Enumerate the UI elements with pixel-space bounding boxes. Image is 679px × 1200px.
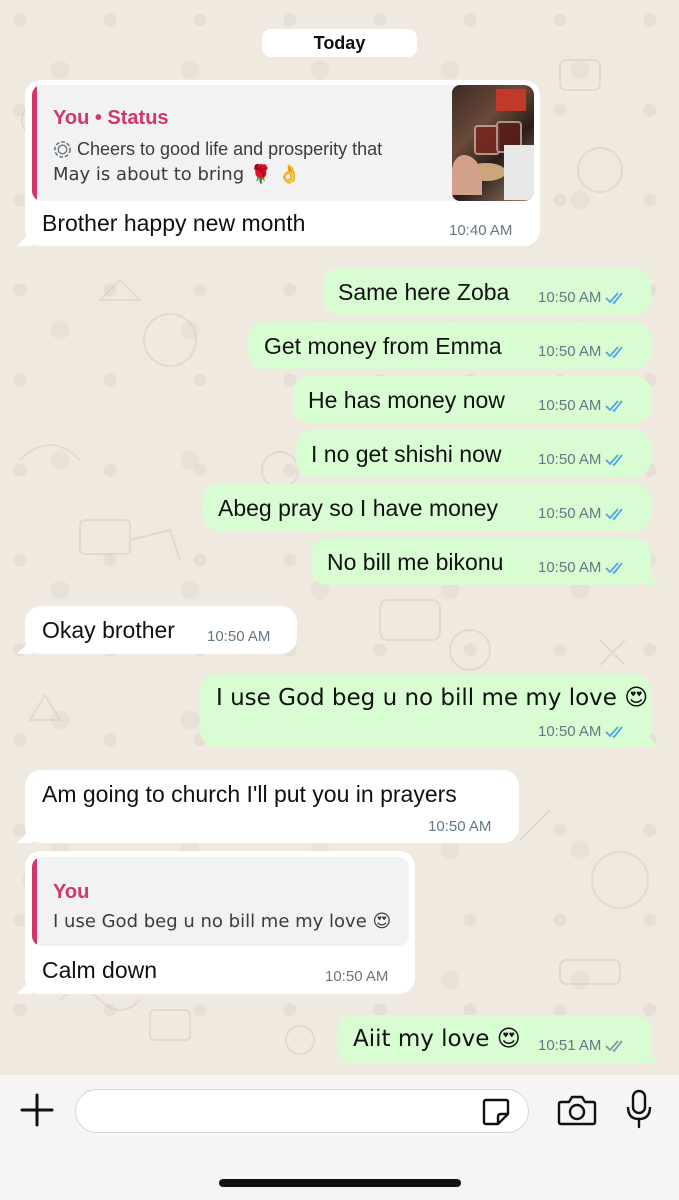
message-text: I use God beg u no bill me my love 😍 — [216, 685, 649, 711]
message-meta: 10:50 AM — [538, 289, 627, 306]
message-meta: 10:50 AM — [538, 343, 627, 360]
quoted-status[interactable]: You • Status Cheers to good life and pro… — [32, 85, 534, 201]
status-thumbnail[interactable] — [452, 85, 534, 201]
quote-text-line2: May is about to bring 🌹 👌 — [53, 164, 301, 185]
quote-author: You — [53, 881, 90, 903]
delivered-ticks-icon — [605, 1039, 624, 1052]
microphone-icon[interactable] — [626, 1089, 652, 1129]
message-bubble-outgoing[interactable]: No bill me bikonu 10:50 AM — [311, 538, 651, 585]
message-text: Abeg pray so I have money — [218, 495, 498, 521]
message-bubble-outgoing[interactable]: Abeg pray so I have money 10:50 AM — [202, 484, 651, 531]
message-bubble-outgoing[interactable]: Same here Zoba 10:50 AM — [323, 268, 651, 315]
plus-icon[interactable] — [20, 1093, 54, 1127]
message-meta: 10:50 AM — [538, 397, 627, 414]
quote-text-line1: Cheers to good life and prosperity that — [77, 139, 383, 159]
message-time: 10:50 AM — [207, 628, 271, 645]
read-ticks-icon — [605, 453, 624, 466]
chat-background: Today You • Status Cheers to good life a… — [0, 0, 679, 1075]
message-bubble-incoming[interactable]: Am going to church I'll put you in praye… — [25, 770, 519, 843]
message-meta: 10:50 AM — [538, 451, 627, 468]
read-ticks-icon — [605, 399, 624, 412]
message-bubble-outgoing[interactable]: He has money now 10:50 AM — [293, 376, 651, 423]
date-separator: Today — [262, 29, 417, 57]
message-text: Aiit my love 😍 — [353, 1026, 521, 1052]
message-bubble-outgoing[interactable]: Aiit my love 😍 10:51 AM — [337, 1015, 651, 1064]
message-meta: 10:51 AM — [538, 1037, 627, 1054]
message-text: Same here Zoba — [338, 279, 510, 305]
message-bubble-outgoing[interactable]: I no get shishi now 10:50 AM — [296, 430, 651, 477]
message-text: No bill me bikonu — [327, 549, 504, 575]
message-time: 10:50 AM — [428, 818, 492, 835]
message-meta: 10:50 AM — [538, 723, 627, 740]
message-bubble-outgoing[interactable]: I use God beg u no bill me my love 😍 10:… — [200, 674, 651, 747]
quote-author: You • Status — [53, 107, 169, 129]
message-time: 10:50 AM — [325, 968, 389, 985]
message-meta: 10:50 AM — [538, 559, 627, 576]
message-bubble-incoming[interactable]: You I use God beg u no bill me my love 😍… — [25, 851, 415, 994]
message-bubble-incoming[interactable]: Okay brother 10:50 AM — [25, 606, 297, 654]
camera-icon[interactable] — [557, 1093, 597, 1127]
quote-text: I use God beg u no bill me my love 😍 — [53, 911, 392, 932]
message-bubble-outgoing[interactable]: Get money from Emma 10:50 AM — [248, 322, 651, 369]
message-bubble-incoming[interactable]: You • Status Cheers to good life and pro… — [25, 80, 540, 246]
message-text: Get money from Emma — [264, 333, 502, 359]
message-text: Am going to church I'll put you in praye… — [42, 781, 457, 807]
message-time: 10:40 AM — [449, 222, 513, 239]
quote-accent-bar — [32, 857, 37, 946]
read-ticks-icon — [605, 561, 624, 574]
message-meta: 10:50 AM — [538, 505, 627, 522]
message-text: Calm down — [42, 957, 158, 983]
message-text: Okay brother — [42, 617, 175, 643]
read-ticks-icon — [605, 291, 624, 304]
message-input[interactable] — [75, 1089, 529, 1133]
read-ticks-icon — [605, 345, 624, 358]
sticker-icon[interactable] — [480, 1096, 512, 1128]
quote-accent-bar — [32, 85, 37, 201]
message-text: I no get shishi now — [311, 441, 502, 467]
quoted-message[interactable]: You I use God beg u no bill me my love 😍 — [32, 857, 409, 946]
read-ticks-icon — [605, 507, 624, 520]
message-text: He has money now — [308, 387, 505, 413]
message-text: Brother happy new month — [42, 210, 306, 236]
home-indicator — [219, 1179, 461, 1187]
read-ticks-icon — [605, 725, 624, 738]
status-ring-icon — [54, 141, 71, 158]
